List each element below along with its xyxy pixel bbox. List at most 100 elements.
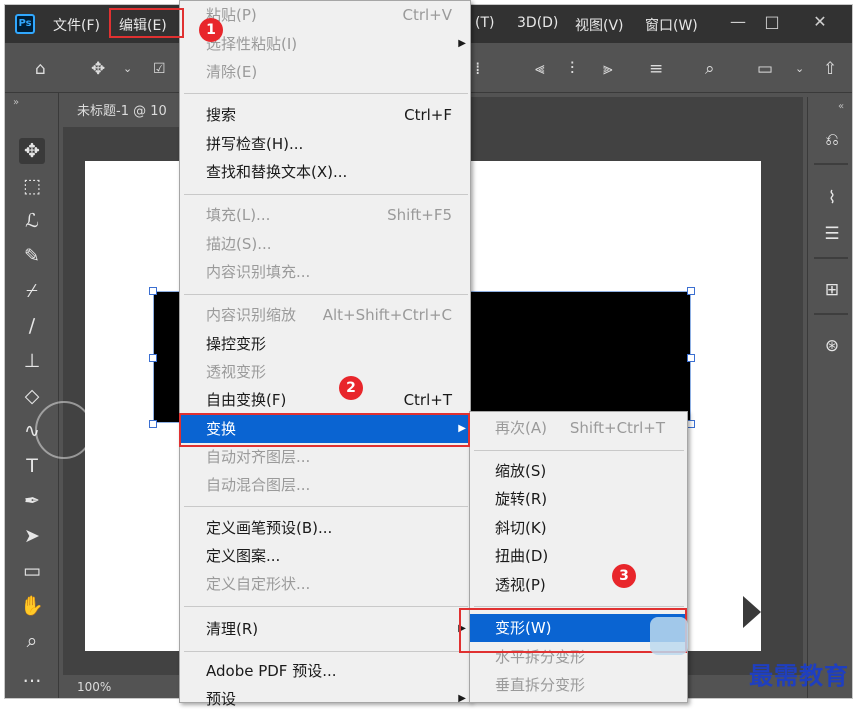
rectangle-tool-icon[interactable]: ▭ [19, 558, 45, 584]
menu-item-spell-check[interactable]: 拼写检查(H)... [180, 130, 470, 158]
stamp-tool-icon[interactable]: ⊥ [19, 348, 45, 374]
menu-item-define-pattern[interactable]: 定义图案... [180, 542, 470, 570]
play-arrow-icon [705, 594, 761, 630]
marquee-tool-icon[interactable]: ⬚ [19, 173, 45, 199]
workspace-chevron-icon[interactable]: ⌄ [795, 59, 804, 79]
menu-type[interactable]: (T) [475, 15, 494, 31]
menu-item-fill[interactable]: 填充(L)...Shift+F5 [180, 201, 470, 229]
transform-handle-middle-left[interactable] [149, 354, 157, 362]
submenu-arrow-icon: ▶ [458, 30, 466, 58]
menu-separator [184, 606, 468, 607]
menu-item-content-aware-scale[interactable]: 内容识别缩放Alt+Shift+Ctrl+C [180, 301, 470, 329]
panel-separator [814, 313, 848, 315]
menu-3d[interactable]: 3D(D) [517, 15, 558, 31]
menu-view[interactable]: 视图(V) [575, 15, 624, 35]
menu-item-define-brush[interactable]: 定义画笔预设(B)... [180, 514, 470, 542]
right-panel-dock: « ⎌ ⌇ ☰ ⊞ ⊛ [807, 97, 853, 699]
workspace-icon[interactable]: ▭ [757, 59, 773, 79]
submenu-item-skew[interactable]: 斜切(K) [470, 514, 687, 542]
menu-item-adobe-pdf-presets[interactable]: Adobe PDF 预设... [180, 657, 470, 685]
minimize-button[interactable]: — [723, 11, 753, 33]
submenu-item-again[interactable]: 再次(A)Shift+Ctrl+T [470, 414, 687, 442]
menu-item-search[interactable]: 搜索Ctrl+F [180, 101, 470, 129]
channels-panel-icon[interactable]: ⊛ [819, 333, 845, 359]
properties-panel-icon[interactable]: ⊞ [819, 277, 845, 303]
quick-select-tool-icon[interactable]: ✎ [19, 243, 45, 269]
menu-item-find-replace[interactable]: 查找和替换文本(X)... [180, 158, 470, 186]
move-tool-icon[interactable]: ✥ [91, 59, 105, 79]
submenu-item-distort[interactable]: 扭曲(D) [470, 542, 687, 570]
hand-tool-icon[interactable]: ✋ [19, 593, 45, 619]
submenu-item-perspective[interactable]: 透视(P) [470, 571, 687, 599]
zoom-tool-icon[interactable]: ⌕ [19, 628, 45, 654]
panel-separator [814, 163, 848, 165]
menu-window[interactable]: 窗口(W) [645, 15, 698, 35]
brush-tool-icon[interactable]: ∕ [19, 313, 45, 339]
pen-tool-icon[interactable]: ✒ [19, 488, 45, 514]
menu-item-free-transform[interactable]: 自由变换(F)Ctrl+T [180, 386, 470, 414]
step-badge-1: 1 [199, 18, 223, 42]
menu-item-stroke[interactable]: 描边(S)... [180, 230, 470, 258]
chevron-down-icon[interactable]: ⌄ [123, 59, 132, 79]
search-icon[interactable]: ⌕ [705, 59, 715, 79]
menu-separator [474, 606, 684, 607]
transform-handle-top-right[interactable] [687, 287, 695, 295]
navigation-overlay-circle [35, 401, 93, 459]
transform-handle-middle-right[interactable] [687, 354, 695, 362]
transform-submenu: 再次(A)Shift+Ctrl+T 缩放(S) 旋转(R) 斜切(K) 扭曲(D… [469, 411, 688, 703]
menu-item-auto-blend-layers[interactable]: 自动混合图层... [180, 471, 470, 499]
history-panel-icon[interactable]: ⎌ [819, 127, 845, 153]
type-tool-icon[interactable]: T [19, 453, 45, 479]
highlight-box-transform [179, 413, 470, 447]
path-select-tool-icon[interactable]: ➤ [19, 523, 45, 549]
align-center-icon[interactable]: ⫶ [570, 59, 574, 79]
menu-separator [184, 506, 468, 507]
submenu-item-scale[interactable]: 缩放(S) [470, 457, 687, 485]
transform-handle-bottom-right[interactable] [687, 420, 695, 428]
menu-item-perspective-warp[interactable]: 透视变形 [180, 358, 470, 386]
lasso-tool-icon[interactable]: ℒ [19, 208, 45, 234]
menu-separator [184, 294, 468, 295]
menu-item-define-custom-shape[interactable]: 定义自定形状... [180, 570, 470, 598]
menu-item-purge[interactable]: 清理(R)▶ [180, 615, 470, 643]
maximize-button[interactable]: □ [757, 11, 787, 33]
home-icon[interactable]: ⌂ [35, 59, 46, 79]
menu-item-auto-align-layers[interactable]: 自动对齐图层... [180, 443, 470, 471]
tools-panel: » ✥ ⬚ ℒ ✎ ⌿ ∕ ⊥ ◇ ∿ T ✒ ➤ ▭ ✋ ⌕ … [5, 93, 59, 699]
transform-handle-top-left[interactable] [149, 287, 157, 295]
document-tab[interactable]: 未标题-1 @ 10 [63, 97, 183, 127]
menu-file[interactable]: 文件(F) [53, 15, 100, 35]
edit-menu-dropdown: 粘贴(P)Ctrl+V 选择性粘贴(I)▶ 清除(E) 搜索Ctrl+F 拼写检… [179, 0, 471, 703]
menu-separator [184, 93, 468, 94]
eraser-tool-icon[interactable]: ◇ [19, 383, 45, 409]
submenu-item-split-warp-vertical[interactable]: 垂直拆分变形 [470, 671, 687, 699]
adjustments-panel-icon[interactable]: ☰ [819, 221, 845, 247]
auto-select-checkbox[interactable]: ☑ [153, 59, 166, 79]
share-icon[interactable]: ⇧ [823, 59, 837, 79]
move-tool-icon[interactable]: ✥ [19, 138, 45, 164]
menu-item-puppet-warp[interactable]: 操控变形 [180, 330, 470, 358]
collapse-panels-icon[interactable]: « [838, 101, 844, 112]
eyedropper-tool-icon[interactable]: ⌿ [19, 278, 45, 304]
more-tools-icon[interactable]: … [19, 663, 45, 689]
collapse-toolbar-icon[interactable]: » [13, 97, 19, 108]
menu-item-clear[interactable]: 清除(E) [180, 58, 470, 86]
cursor-highlight [650, 617, 688, 655]
transform-handle-bottom-left[interactable] [149, 420, 157, 428]
align-right-icon[interactable]: ⫸ [603, 59, 613, 79]
distribute-icon[interactable]: ⁞ [475, 59, 480, 79]
step-badge-2: 2 [339, 376, 363, 400]
step-badge-3: 3 [612, 564, 636, 588]
menu-item-paste[interactable]: 粘贴(P)Ctrl+V [180, 1, 470, 29]
photoshop-logo-icon: Ps [15, 14, 35, 34]
zoom-level[interactable]: 100% [77, 680, 111, 694]
brush-settings-panel-icon[interactable]: ⌇ [819, 185, 845, 211]
menu-item-paste-special[interactable]: 选择性粘贴(I)▶ [180, 30, 470, 58]
menu-item-content-aware-fill[interactable]: 内容识别填充... [180, 258, 470, 286]
align-left-icon[interactable]: ⫷ [535, 59, 545, 79]
watermark: 最需教育 [749, 656, 849, 691]
align-top-icon[interactable]: ≡ [649, 59, 663, 79]
close-button[interactable]: ✕ [805, 11, 835, 33]
submenu-item-rotate[interactable]: 旋转(R) [470, 485, 687, 513]
menu-item-presets[interactable]: 预设▶ [180, 685, 470, 713]
